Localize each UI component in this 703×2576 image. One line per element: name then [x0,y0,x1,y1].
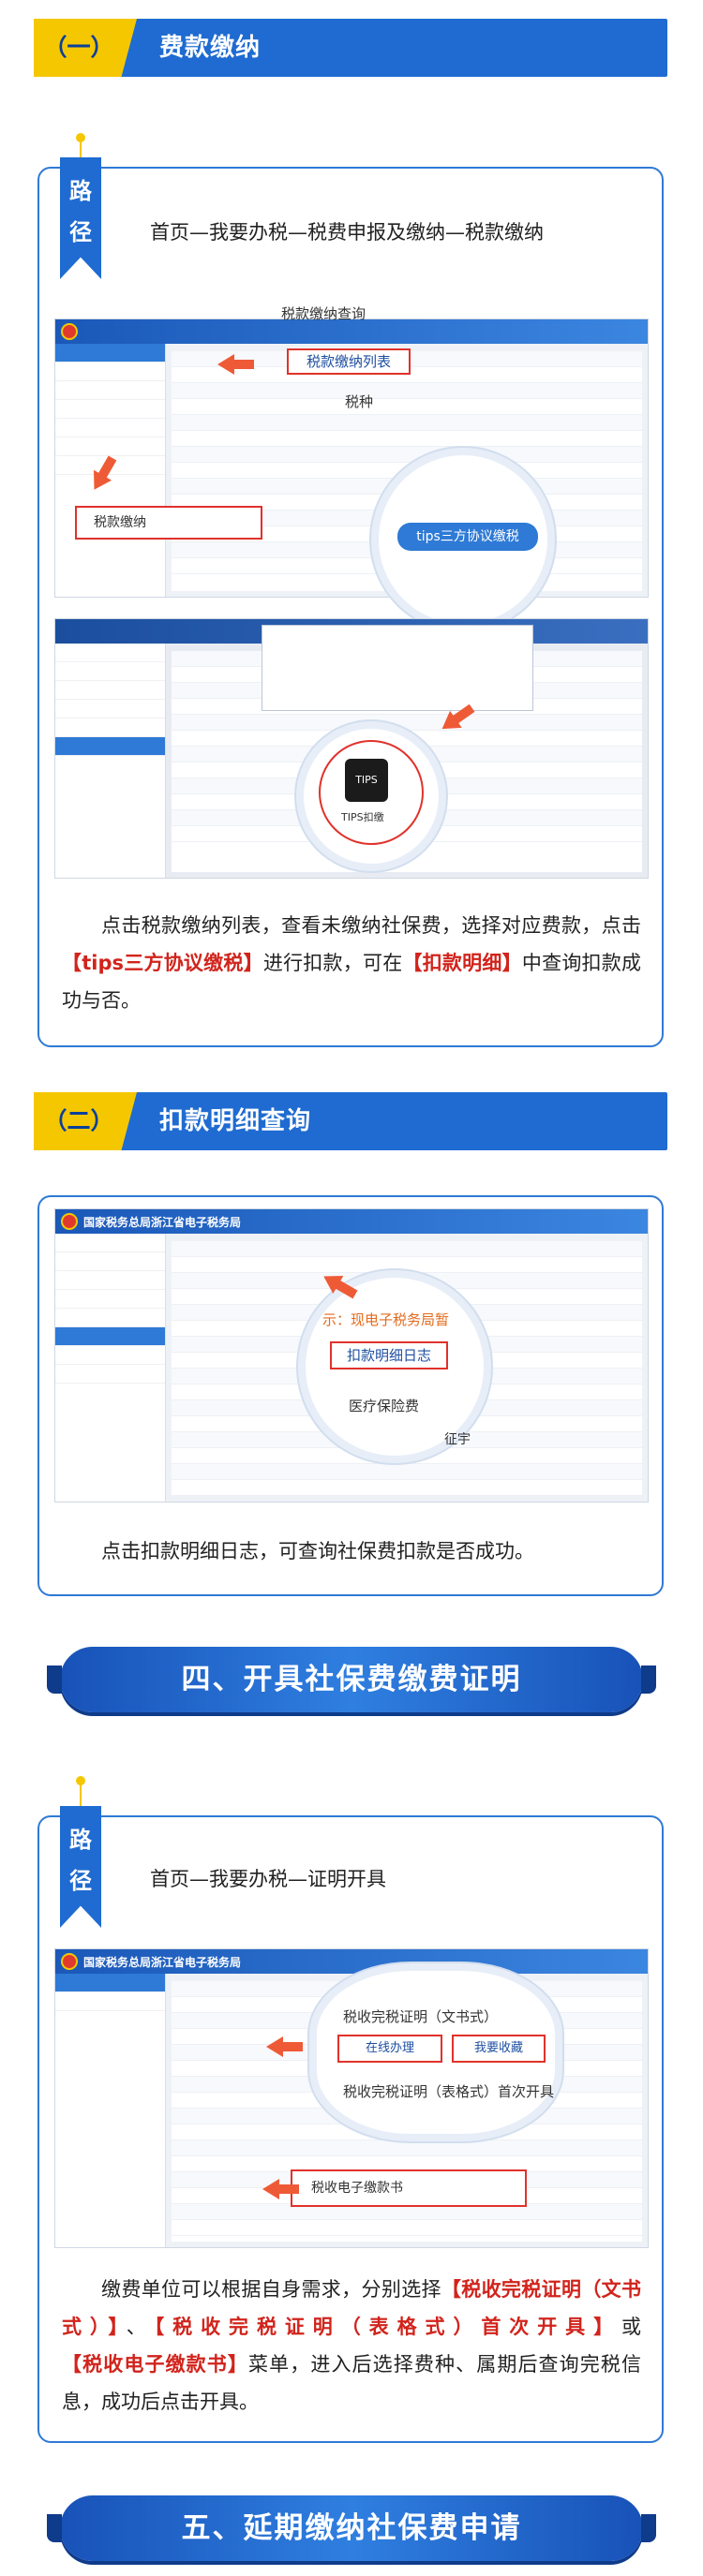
highlight-cert-table: 【税收完税证明（表格式）首次开具】 [154,2316,622,2338]
ribbon-char: 路 [69,178,92,204]
ribbon-char: 径 [69,219,92,245]
sidebar-item[interactable] [55,1252,165,1271]
sidebar-item[interactable] [55,1365,165,1384]
tax-list-tab[interactable]: 税款缴纳列表 [287,348,411,375]
item-cert-table: 税收完税证明（表格式）首次开具 [343,2083,555,2100]
favorite-button[interactable]: 我要收藏 [452,2035,546,2063]
banner-issue-certificate: 四、开具社保费缴费证明 [47,1647,656,1712]
pointer-arrow-icon [266,2036,303,2057]
ribbon-char: 路 [69,1827,92,1853]
emblem-icon [61,1213,78,1230]
tips-payment-button[interactable]: tips三方协议缴税 [397,523,538,551]
text: 进行扣款，可在 [262,952,403,974]
text: 缴费单位可以根据自身需求，分别选择 [101,2278,441,2301]
sidebar-item[interactable] [55,662,165,681]
sidebar [55,1974,166,2247]
sidebar-item[interactable] [55,381,165,400]
sidebar-item[interactable] [55,1234,165,1252]
sidebar-item[interactable] [55,1290,165,1309]
description-deduction: 点击扣款明细日志，可查询社保费扣款是否成功。 [101,1540,534,1562]
ribbon-char: 径 [69,1868,92,1894]
online-apply-button[interactable]: 在线办理 [337,2035,442,2063]
tips-dialog [262,625,533,711]
section-header-fee-payment: （一） 费款缴纳 [34,19,667,77]
item-medical-insurance: 医疗保险费 [349,1398,420,1414]
sidebar-item[interactable] [55,363,165,381]
ribbon-stem [80,1782,82,1808]
sidebar-item[interactable] [55,437,165,456]
sidebar-item[interactable] [55,681,165,700]
section-title: 费款缴纳 [159,34,262,62]
section-header-deduction-detail: （二） 扣款明细查询 [34,1092,667,1150]
deduction-log-tab[interactable]: 扣款明细日志 [330,1341,448,1369]
site-title: 国家税务总局浙江省电子税务局 [83,1956,242,1969]
text: 、 [126,2316,155,2338]
sidebar-item[interactable] [55,1974,165,1992]
emblem-icon [61,323,78,340]
pointer-arrow-icon [217,354,254,375]
site-topbar: 国家税务总局浙江省电子税务局 [55,1209,648,1234]
column-tax-type: 税种 [345,393,374,410]
site-topbar: 国家税务总局浙江省电子税务局 [55,1949,648,1974]
notice-prompt: 示：现电子税务局暂 [322,1311,450,1328]
sidebar-item[interactable] [55,718,165,737]
text: 或 [621,2316,642,2338]
sidebar-tax-payment[interactable]: 税款缴纳 [75,506,262,540]
sidebar-item[interactable] [55,1327,165,1346]
sidebar-item[interactable] [55,400,165,419]
text: 点击税款缴纳列表，查看未缴纳社保费，选择对应费款，点击 [101,914,641,937]
sidebar-item[interactable] [55,419,165,437]
banner-deferred-payment: 五、延期缴纳社保费申请 [47,2495,656,2561]
sidebar-item[interactable] [55,700,165,718]
electronic-payment-slip[interactable]: 税收电子缴款书 [291,2169,527,2207]
site-title: 国家税务总局浙江省电子税务局 [83,1216,242,1229]
sidebar-item[interactable] [55,1309,165,1327]
sidebar [55,1234,166,1502]
callout-title: 税款缴纳查询 [281,305,366,322]
sidebar-item[interactable] [55,1992,165,2011]
emblem-icon [61,1953,78,1970]
sidebar-item[interactable] [55,737,165,756]
sidebar [55,644,166,878]
description-tax-payment: 点击税款缴纳列表，查看未缴纳社保费，选择对应费款，点击【tips三方协议缴税】进… [62,907,641,1019]
section-number: （一） [34,19,137,77]
nav-path: 首页—我要办税—证明开具 [150,1868,386,1890]
sidebar-item[interactable] [55,1346,165,1365]
corner-label: 征宇 [444,1432,471,1447]
section-title: 扣款明细查询 [159,1107,312,1135]
section-number: （二） [34,1092,137,1150]
item-cert-document: 税收完税证明（文书式） [343,2008,499,2025]
nav-path: 首页—我要办税—税费申报及缴纳—税款缴纳 [150,221,544,244]
sidebar-item[interactable] [55,1271,165,1290]
ribbon-stem [80,139,82,159]
sidebar-item[interactable] [55,644,165,662]
pointer-arrow-icon [262,2179,299,2199]
highlight-detail: 【扣款明细】 [402,952,522,974]
sidebar-item[interactable] [55,344,165,363]
tips-highlight-circle [319,740,424,845]
highlight-payment-slip: 【税收电子缴款书】 [62,2353,248,2376]
description-certificate: 缴费单位可以根据自身需求，分别选择【税收完税证明（文书式）】、【税收完税证明（表… [62,2271,641,2421]
highlight-tips: 【tips三方协议缴税】 [62,952,263,974]
